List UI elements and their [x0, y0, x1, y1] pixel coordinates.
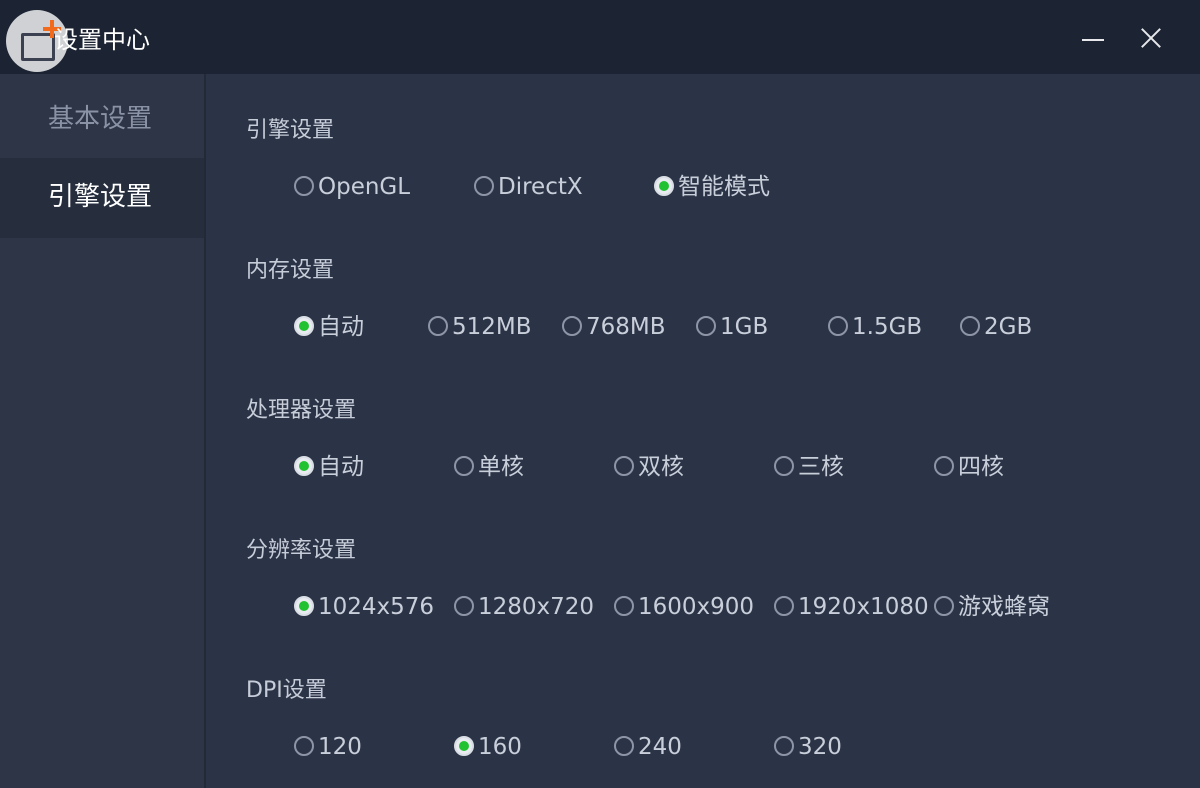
radio-button[interactable]	[454, 456, 474, 476]
option-label: 三核	[798, 454, 844, 480]
option-label: 游戏蜂窝	[958, 594, 1050, 620]
radio-button[interactable]	[294, 736, 314, 756]
option-label: 1.5GB	[852, 314, 923, 340]
engine-section-title: 引擎设置	[246, 118, 335, 143]
option-label: 1280x720	[478, 594, 595, 620]
option-label: 1600x900	[638, 594, 755, 620]
radio-button[interactable]	[774, 596, 794, 616]
option-label: DirectX	[498, 174, 583, 200]
radio-button[interactable]	[474, 176, 494, 196]
sidebar: 基本设置 引擎设置	[0, 74, 206, 788]
option-label: 自动	[318, 454, 364, 480]
option-label: 智能模式	[678, 174, 770, 200]
radio-button[interactable]	[294, 456, 314, 476]
option-label: OpenGL	[318, 174, 411, 200]
option-label: 2GB	[984, 314, 1033, 340]
radio-button[interactable]	[454, 596, 474, 616]
radio-button[interactable]	[774, 456, 794, 476]
option-label: 单核	[478, 454, 524, 480]
radio-button[interactable]	[294, 596, 314, 616]
option-label: 320	[798, 734, 842, 760]
radio-button[interactable]	[828, 316, 848, 336]
option-label: 1024x576	[318, 594, 435, 620]
dpi-section-title: DPI设置	[246, 678, 327, 703]
option-label: 512MB	[452, 314, 532, 340]
sidebar-item-label: 引擎设置	[48, 182, 153, 212]
radio-button[interactable]	[562, 316, 582, 336]
radio-button[interactable]	[428, 316, 448, 336]
radio-button[interactable]	[294, 176, 314, 196]
option-label: 768MB	[586, 314, 666, 340]
option-label: 四核	[958, 454, 1004, 480]
option-label: 120	[318, 734, 362, 760]
minimize-button[interactable]	[1076, 20, 1112, 56]
radio-button[interactable]	[934, 456, 954, 476]
settings-window: 设置中心 基本设置 引擎设置 引擎设置 OpenGL DirectX 智能模式 …	[0, 0, 1200, 788]
memory-section-title: 内存设置	[246, 258, 335, 283]
option-label: 1920x1080	[798, 594, 929, 620]
radio-button[interactable]	[934, 596, 954, 616]
resolution-section-title: 分辨率设置	[246, 538, 357, 563]
title-bar: 设置中心	[0, 0, 1200, 74]
sidebar-item-basic-settings[interactable]: 基本设置	[0, 80, 204, 160]
radio-button[interactable]	[654, 176, 674, 196]
cpu-section-title: 处理器设置	[246, 398, 357, 423]
option-label: 1GB	[720, 314, 769, 340]
radio-button[interactable]	[614, 596, 634, 616]
radio-button[interactable]	[614, 456, 634, 476]
option-label: 160	[478, 734, 522, 760]
option-label: 240	[638, 734, 682, 760]
sidebar-item-label: 基本设置	[48, 104, 153, 134]
window-title: 设置中心	[54, 26, 150, 54]
sidebar-item-engine-settings[interactable]: 引擎设置	[0, 158, 204, 238]
settings-panel: 引擎设置 OpenGL DirectX 智能模式 内存设置 自动 512MB 7…	[206, 74, 1200, 788]
option-label: 双核	[638, 454, 684, 480]
radio-button[interactable]	[454, 736, 474, 756]
radio-button[interactable]	[294, 316, 314, 336]
option-label: 自动	[318, 314, 364, 340]
radio-button[interactable]	[614, 736, 634, 756]
close-button[interactable]	[1133, 20, 1169, 56]
radio-button[interactable]	[774, 736, 794, 756]
radio-button[interactable]	[960, 316, 980, 336]
radio-button[interactable]	[696, 316, 716, 336]
